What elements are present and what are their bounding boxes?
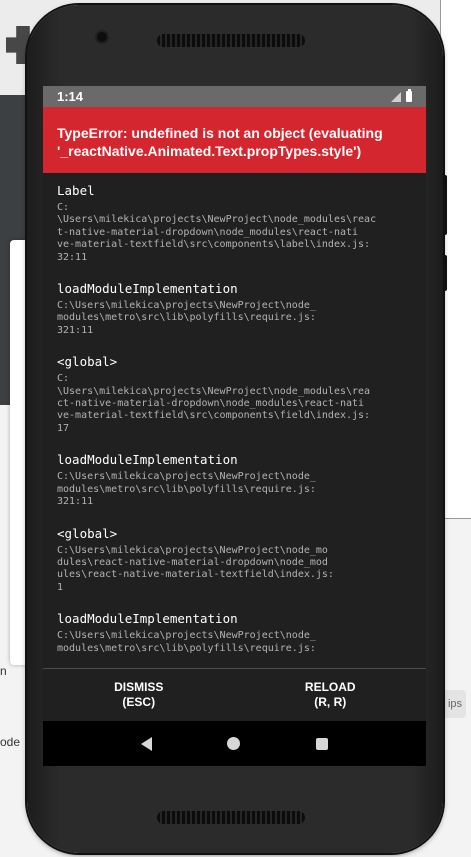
dismiss-label: DISMISS xyxy=(114,680,164,694)
status-bar: 1:14 xyxy=(43,86,426,107)
reload-label: RELOAD xyxy=(304,680,356,694)
error-title-line: TypeError: undefined is not an object (e… xyxy=(57,125,383,141)
stack-frame-method: <global> xyxy=(57,354,118,370)
stack-frame-path: C: \Users\milekica\projects\NewProject\n… xyxy=(57,202,377,263)
stack-frame-method: loadModuleImplementation xyxy=(57,281,238,297)
background-text: n xyxy=(0,664,7,678)
stack-frame[interactable]: loadModuleImplementation C:\Users\mileki… xyxy=(57,452,412,508)
stack-frame[interactable]: <global> C:\Users\milekica\projects\NewP… xyxy=(57,526,412,595)
stack-frame-path: C:\Users\milekica\projects\NewProject\no… xyxy=(57,544,334,593)
stack-frame[interactable]: loadModuleImplementation C:\Users\mileki… xyxy=(57,281,412,337)
stack-trace[interactable]: Label C: \Users\milekica\projects\NewPro… xyxy=(43,173,426,668)
reload-button[interactable]: RELOAD (R, R) xyxy=(235,669,427,721)
stack-frame-path: C:\Users\milekica\projects\NewProject\no… xyxy=(57,471,316,508)
stack-frame[interactable]: Label C: \Users\milekica\projects\NewPro… xyxy=(57,183,412,264)
stack-frame[interactable]: <global> C: \Users\milekica\projects\New… xyxy=(57,354,412,435)
stack-frame-path: C:\Users\milekica\projects\NewProject\no… xyxy=(57,300,316,336)
dismiss-button[interactable]: DISMISS (ESC) xyxy=(43,669,235,721)
phone-screen: 1:14 TypeError: undefined is not an obje… xyxy=(43,86,426,766)
stack-frame-method: Label xyxy=(57,183,95,198)
volume-button[interactable] xyxy=(443,175,447,235)
error-actions: DISMISS (ESC) RELOAD (R, R) xyxy=(43,668,426,721)
bottom-speaker xyxy=(157,811,305,824)
dismiss-shortcut: (ESC) xyxy=(122,695,156,709)
recent-apps-icon[interactable] xyxy=(316,737,329,750)
home-icon[interactable] xyxy=(227,737,241,750)
stack-frame[interactable]: loadModuleImplementation C:\Users\mileki… xyxy=(57,611,412,655)
stack-frame-path: C:\Users\milekica\projects\NewProject\no… xyxy=(57,630,316,654)
power-button[interactable] xyxy=(443,255,447,291)
error-title-line: '_reactNative.Animated.Text.propTypes.st… xyxy=(57,143,362,159)
background-text: ode xyxy=(0,735,21,749)
stack-frame-method: <global> xyxy=(57,525,118,541)
battery-icon xyxy=(406,89,412,102)
stack-frame-method: loadModuleImplementation xyxy=(57,611,238,627)
front-camera xyxy=(97,32,107,42)
status-time: 1:14 xyxy=(57,89,84,104)
back-icon[interactable] xyxy=(140,736,152,751)
stack-frame-method: loadModuleImplementation xyxy=(57,452,238,468)
android-nav-bar xyxy=(43,721,426,766)
signal-icon xyxy=(391,91,401,102)
error-banner: TypeError: undefined is not an object (e… xyxy=(43,107,426,173)
top-speaker xyxy=(157,34,305,47)
reload-shortcut: (R, R) xyxy=(314,695,347,709)
stack-frame-path: C: \Users\milekica\projects\NewProject\n… xyxy=(57,373,371,434)
